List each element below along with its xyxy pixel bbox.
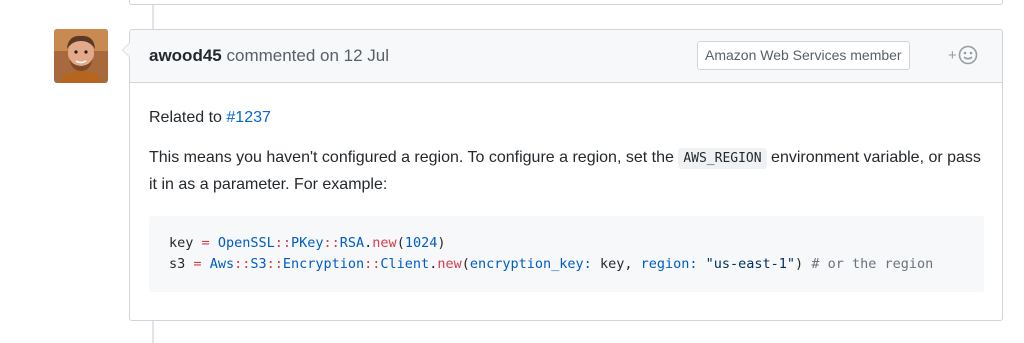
code-token: # or the region <box>811 256 934 272</box>
smiley-icon <box>958 45 978 65</box>
related-paragraph: Related to #1237 <box>149 105 983 131</box>
issue-reference-link[interactable]: #1237 <box>226 109 271 126</box>
explanation-text-before: This means you haven't configured a regi… <box>149 149 679 166</box>
comment-header: awood45 commented on 12 Jul Amazon Web S… <box>130 30 1002 83</box>
code-token: S3 <box>250 256 267 272</box>
code-token: "us-east-1" <box>705 256 796 272</box>
code-token: :: <box>234 256 251 272</box>
code-token: key, <box>599 256 633 272</box>
code-token: Encryption <box>282 256 365 272</box>
code-token: :: <box>364 256 381 272</box>
code-token: new <box>372 235 397 251</box>
code-token: Client <box>380 256 430 272</box>
code-token: Aws <box>209 256 235 272</box>
code-token: OpenSSL <box>217 235 275 251</box>
code-token: region: <box>640 256 698 272</box>
explanation-paragraph: This means you haven't configured a regi… <box>149 145 983 198</box>
inline-code-env-var: AWS_REGION <box>678 148 767 169</box>
code-token: :: <box>323 235 340 251</box>
comment-body: Related to #1237 This means you haven't … <box>130 83 1002 292</box>
code-token: ) <box>437 235 446 251</box>
code-token: ( <box>461 256 470 272</box>
code-token: = <box>201 235 210 251</box>
code-token: :: <box>274 235 291 251</box>
code-token: encryption_key: <box>469 256 592 272</box>
related-prefix: Related to <box>149 109 227 126</box>
comment-box: awood45 commented on 12 Jul Amazon Web S… <box>122 29 1003 321</box>
code-token: ( <box>396 235 405 251</box>
author-link[interactable]: awood45 <box>149 46 222 65</box>
comment-timestamp[interactable]: commented on 12 Jul <box>226 46 389 65</box>
code-token: ) <box>795 256 804 272</box>
code-token: key <box>169 235 194 251</box>
code-line-1: key = OpenSSL::PKey::RSA.new(1024) <box>169 235 445 251</box>
code-token: PKey <box>290 235 324 251</box>
member-badge: Amazon Web Services member <box>697 41 910 70</box>
code-token: new <box>437 256 462 272</box>
avatar[interactable] <box>54 29 108 83</box>
code-token: RSA <box>339 235 365 251</box>
comment-header-text: awood45 commented on 12 Jul <box>149 46 389 66</box>
code-token: = <box>193 256 202 272</box>
code-block: key = OpenSSL::PKey::RSA.new(1024) s3 = … <box>149 216 984 292</box>
avatar-image <box>54 29 108 83</box>
code-token: :: <box>266 256 283 272</box>
timeline-line-bottom <box>152 319 154 343</box>
previous-comment-box <box>129 0 1003 5</box>
code-token: s3 <box>169 256 186 272</box>
code-line-2: s3 = Aws::S3::Encryption::Client.new(enc… <box>169 256 933 272</box>
add-reaction-button[interactable]: + <box>948 44 978 66</box>
reaction-plus-label: + <box>948 46 957 64</box>
code-token: 1024 <box>404 235 438 251</box>
